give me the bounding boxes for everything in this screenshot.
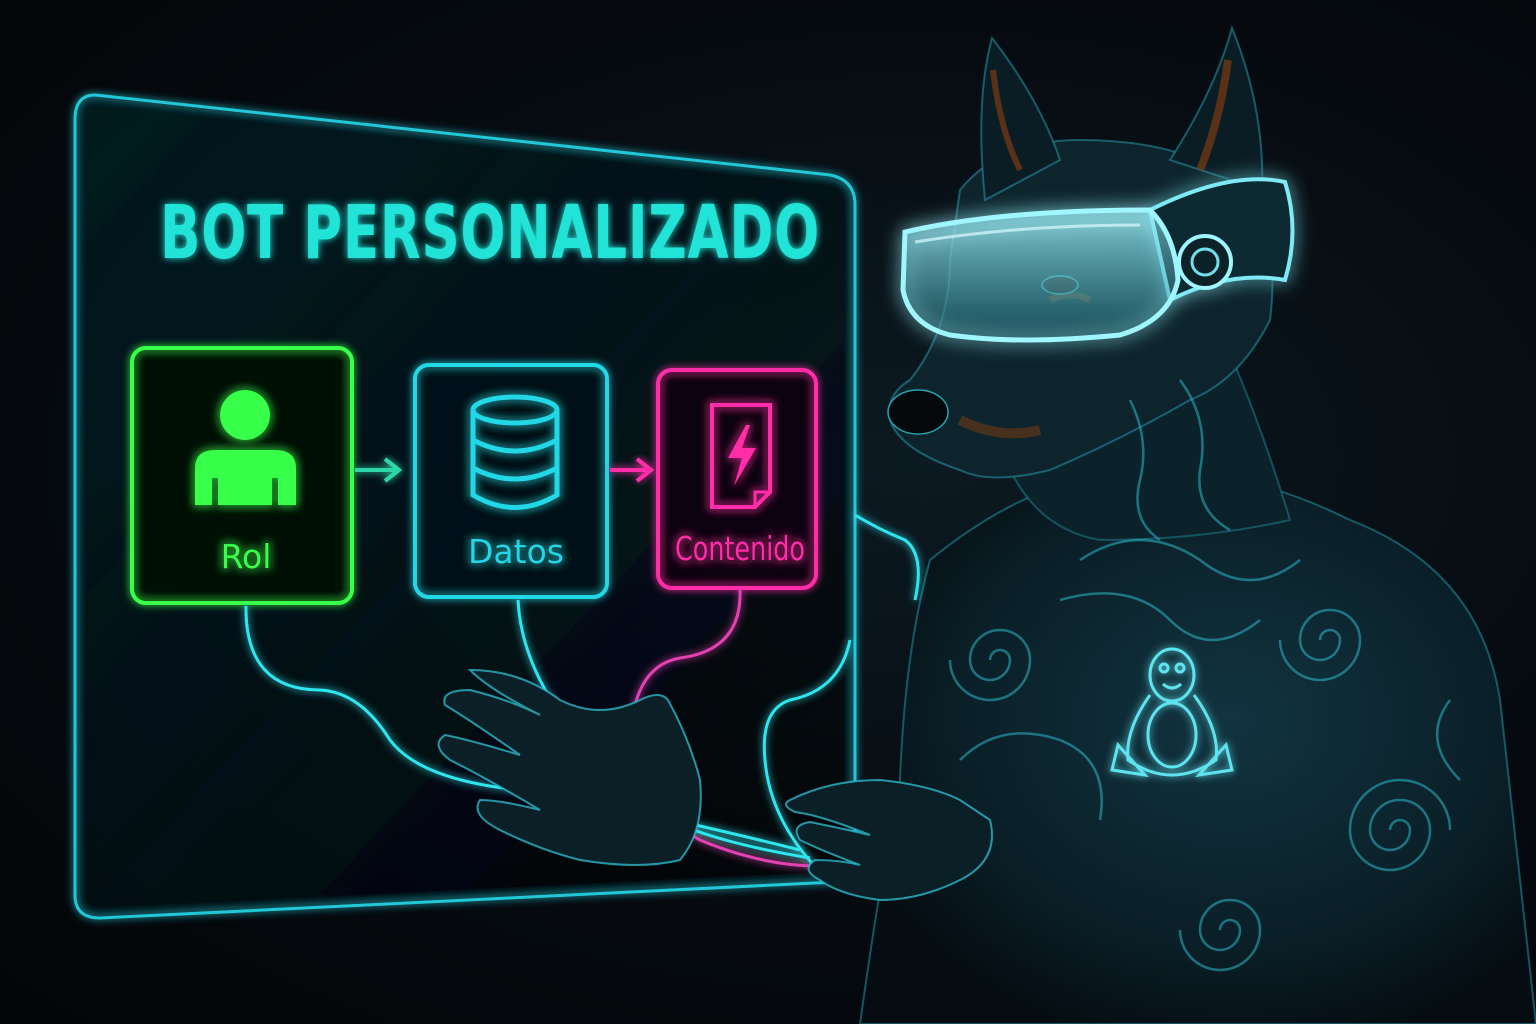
scene: BOT PERSONALIZADO Rol Datos Contenido: [0, 0, 1536, 1024]
panel-title: BOT PERSONALIZADO: [160, 190, 820, 276]
step-card-rol: Rol: [130, 346, 354, 605]
step-label-datos: Datos: [468, 532, 564, 571]
step-card-datos: Datos: [413, 363, 609, 599]
illustration: BOT PERSONALIZADO Rol Datos Contenido: [73, 24, 1536, 1024]
step-label-contenido: Contenido: [675, 529, 805, 568]
step-label-rol: Rol: [221, 537, 272, 576]
step-card-contenido: Contenido: [656, 368, 818, 590]
nose: [887, 389, 949, 435]
